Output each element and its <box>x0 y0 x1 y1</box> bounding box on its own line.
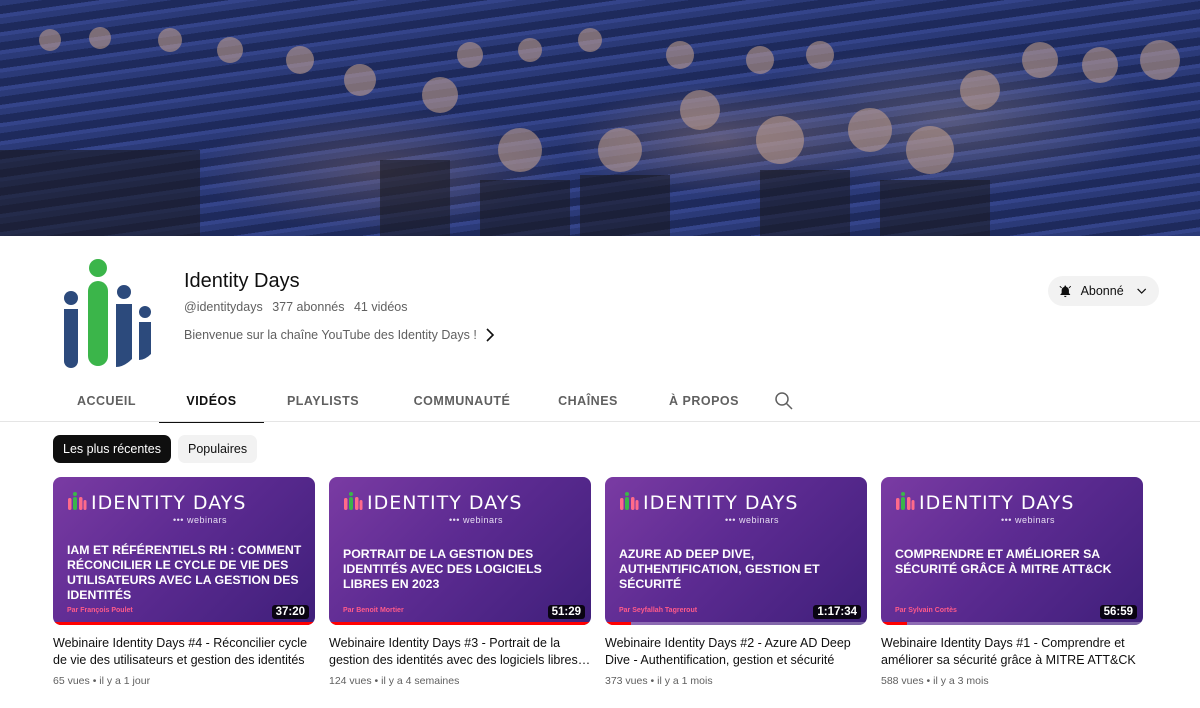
video-thumbnail[interactable]: IDENTITY DAYS ••• webinars IAM et Référe… <box>53 477 315 625</box>
upload-age: il y a 4 semaines <box>381 675 460 687</box>
bell-icon <box>1059 285 1072 298</box>
watch-progress <box>605 622 867 625</box>
thumbnail-subtitle: ••• webinars <box>1001 515 1055 525</box>
watch-progress <box>881 622 1143 625</box>
tab-videos[interactable]: VIDÉOS <box>159 380 264 423</box>
tab-label: À PROPOS <box>669 394 739 408</box>
tab-playlists[interactable]: PLAYLISTS <box>264 380 382 422</box>
watch-progress <box>329 622 591 625</box>
channel-stats: @identitydays 377 abonnés 41 vidéos <box>184 300 407 314</box>
video-meta: 65 vues • il y a 1 jour <box>53 675 151 687</box>
thumbnail-subtitle: ••• webinars <box>449 515 503 525</box>
thumbnail-speaker: Par Benoit Mortier <box>343 607 404 614</box>
watch-progress-fill <box>881 622 908 625</box>
thumbnail-headline: Comprendre et améliorer sa sécurité grâc… <box>895 547 1112 576</box>
channel-tabs: ACCUEIL VIDÉOS PLAYLISTS COMMUNAUTÉ CHAÎ… <box>54 380 774 423</box>
view-count: 373 vues <box>605 675 648 687</box>
thumbnail-headline: IAM et Référentiels RH : comment réconci… <box>67 543 302 602</box>
view-count: 65 vues <box>53 675 90 687</box>
channel-logo[interactable] <box>54 254 164 374</box>
video-card[interactable]: IDENTITY DAYS ••• webinars Azure AD Deep… <box>605 477 867 687</box>
watch-progress-fill <box>329 622 591 625</box>
chevron-down-icon <box>1136 288 1146 294</box>
video-thumbnail[interactable]: IDENTITY DAYS ••• webinars Portrait de l… <box>329 477 591 625</box>
upload-age: il y a 1 jour <box>99 675 151 687</box>
watch-progress-fill <box>53 622 315 625</box>
tab-a-propos[interactable]: À PROPOS <box>634 380 774 422</box>
tab-label: PLAYLISTS <box>286 394 360 408</box>
tab-label: ACCUEIL <box>76 394 137 408</box>
identity-days-logo-icon <box>620 492 639 510</box>
tab-label: VIDÉOS <box>186 394 237 408</box>
thumbnail-subtitle: ••• webinars <box>725 515 779 525</box>
channel-handle: @identitydays <box>184 300 263 314</box>
view-count: 124 vues <box>329 675 372 687</box>
watch-progress-fill <box>605 622 632 625</box>
identity-days-logo-icon <box>344 492 363 510</box>
video-meta: 373 vues • il y a 1 mois <box>605 675 713 687</box>
search-icon[interactable] <box>774 391 794 411</box>
video-duration: 37:20 <box>271 605 309 619</box>
video-title[interactable]: Webinaire Identity Days #1 - Comprendre … <box>881 635 1143 669</box>
subscribe-label: Abonné <box>1080 284 1124 298</box>
tab-divider <box>0 421 1200 422</box>
video-count: 41 vidéos <box>353 300 408 314</box>
video-card[interactable]: IDENTITY DAYS ••• webinars Comprendre et… <box>881 477 1143 687</box>
thumbnail-speaker: Par Sylvain Cortès <box>895 607 957 614</box>
video-title[interactable]: Webinaire Identity Days #4 - Réconcilier… <box>53 635 315 669</box>
video-duration: 56:59 <box>1099 605 1137 619</box>
upload-age: il y a 3 mois <box>933 675 989 687</box>
thumbnail-subtitle: ••• webinars <box>173 515 227 525</box>
thumbnail-brand: IDENTITY DAYS <box>367 492 523 514</box>
tab-chaines[interactable]: CHAÎNES <box>542 380 634 422</box>
chevron-right-icon <box>486 328 494 342</box>
video-meta: 588 vues • il y a 3 mois <box>881 675 989 687</box>
thumbnail-headline: Azure AD Deep Dive, Authentification, Ge… <box>619 547 820 591</box>
tab-accueil[interactable]: ACCUEIL <box>54 380 159 422</box>
subscriber-count: 377 abonnés <box>272 300 345 314</box>
video-card[interactable]: IDENTITY DAYS ••• webinars Portrait de l… <box>329 477 591 687</box>
thumbnail-headline: Portrait de la gestion des identités ave… <box>343 547 542 591</box>
video-duration: 1:17:34 <box>813 605 861 619</box>
channel-description[interactable]: Bienvenue sur la chaîne YouTube des Iden… <box>184 328 495 342</box>
view-count: 588 vues <box>881 675 924 687</box>
video-title[interactable]: Webinaire Identity Days #2 - Azure AD De… <box>605 635 867 669</box>
thumbnail-brand: IDENTITY DAYS <box>643 492 799 514</box>
video-title[interactable]: Webinaire Identity Days #3 - Portrait de… <box>329 635 591 669</box>
thumbnail-brand: IDENTITY DAYS <box>919 492 1075 514</box>
chip-latest[interactable]: Les plus récentes <box>53 435 171 463</box>
thumbnail-brand: IDENTITY DAYS <box>91 492 247 514</box>
thumbnail-speaker: Par François Poulet <box>67 607 133 614</box>
video-card[interactable]: IDENTITY DAYS ••• webinars IAM et Référe… <box>53 477 315 687</box>
tab-label: CHAÎNES <box>558 394 618 408</box>
video-thumbnail[interactable]: IDENTITY DAYS ••• webinars Azure AD Deep… <box>605 477 867 625</box>
channel-description-text: Bienvenue sur la chaîne YouTube des Iden… <box>184 328 477 342</box>
audience-photo <box>0 27 1180 236</box>
thumbnail-speaker: Par Seyfallah Tagrerout <box>619 607 698 614</box>
subscribe-button[interactable]: Abonné <box>1048 276 1159 306</box>
channel-banner <box>0 0 1200 236</box>
watch-progress <box>53 622 315 625</box>
tab-communaute[interactable]: COMMUNAUTÉ <box>382 380 542 422</box>
video-thumbnail[interactable]: IDENTITY DAYS ••• webinars Comprendre et… <box>881 477 1143 625</box>
video-meta: 124 vues • il y a 4 semaines <box>329 675 460 687</box>
identity-days-logo-icon <box>68 492 87 510</box>
chip-popular[interactable]: Populaires <box>178 435 258 463</box>
upload-age: il y a 1 mois <box>657 675 713 687</box>
video-duration: 51:29 <box>547 605 585 619</box>
channel-name: Identity Days <box>184 270 300 292</box>
identity-days-logo-icon <box>896 492 915 510</box>
tab-label: COMMUNAUTÉ <box>413 394 511 408</box>
